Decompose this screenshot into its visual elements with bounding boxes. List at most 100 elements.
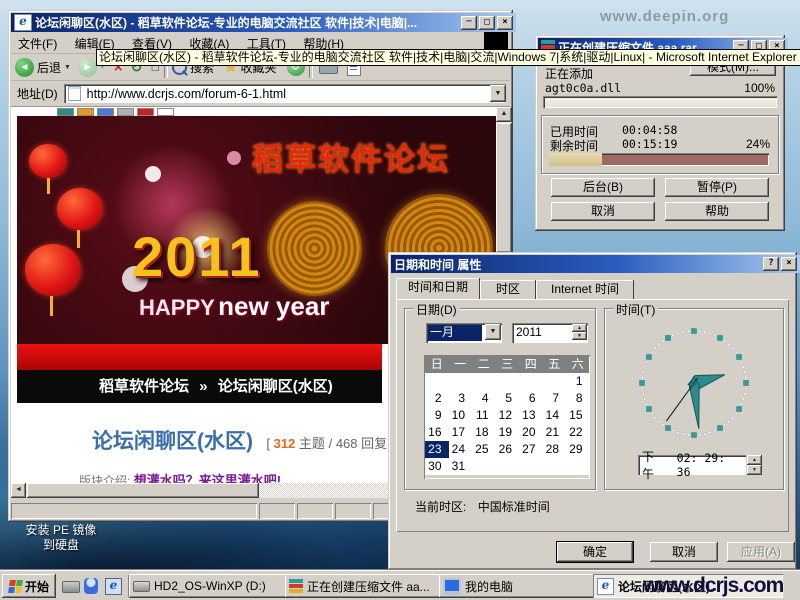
calendar-day[interactable]: 8 bbox=[566, 390, 590, 407]
help-button[interactable]: 帮助 bbox=[665, 202, 769, 221]
calendar-day[interactable]: 29 bbox=[566, 441, 590, 458]
calendar-day[interactable]: 3 bbox=[449, 390, 473, 407]
calendar-day[interactable]: 28 bbox=[543, 441, 567, 458]
task-my-computer[interactable]: 我的电脑 bbox=[439, 574, 597, 598]
lantern-tassel bbox=[77, 230, 80, 248]
weekday: 日 bbox=[425, 356, 449, 373]
close-icon[interactable]: × bbox=[781, 257, 797, 271]
close-icon[interactable]: × bbox=[497, 16, 513, 30]
calendar-day[interactable]: 16 bbox=[425, 424, 449, 441]
year-spin-buttons: ▲ ▼ bbox=[572, 324, 587, 342]
banner-greeting-word1: HAPPY bbox=[139, 295, 215, 320]
back-icon: ◄ bbox=[15, 58, 34, 77]
cancel-button[interactable]: 取消 bbox=[551, 202, 655, 221]
tab-timezone[interactable]: 时区 bbox=[480, 280, 536, 299]
address-input[interactable]: http://www.dcrjs.com/forum-6-1.html ▼ bbox=[64, 84, 506, 103]
topics-label: 主题 bbox=[299, 436, 325, 451]
ok-button[interactable]: 确定 bbox=[557, 542, 633, 562]
spin-down-icon[interactable]: ▼ bbox=[572, 332, 587, 340]
time-field[interactable]: 下午 02: 29: 36 bbox=[638, 455, 746, 475]
file-percent: 100% bbox=[744, 81, 775, 95]
date-group: 日期(D) 一月 ▼ 2011 ▲ ▼ 日 一 二 三 四 五 bbox=[404, 308, 596, 490]
calendar-day[interactable]: 15 bbox=[566, 407, 590, 424]
calendar-day[interactable]: 5 bbox=[496, 390, 520, 407]
quicklaunch-ie-icon[interactable]: e bbox=[105, 578, 122, 595]
calendar-day[interactable]: 23 bbox=[425, 441, 449, 458]
calendar-day[interactable]: 13 bbox=[519, 407, 543, 424]
breadcrumb-separator-icon: » bbox=[199, 378, 207, 395]
elapsed-value: 00:04:58 bbox=[622, 123, 677, 137]
month-dropdown-icon[interactable]: ▼ bbox=[485, 324, 501, 340]
help-icon[interactable]: ? bbox=[763, 257, 779, 271]
spin-up-icon[interactable]: ▲ bbox=[572, 324, 587, 332]
quicklaunch-user-icon[interactable] bbox=[84, 578, 98, 594]
breadcrumb-current[interactable]: 论坛闲聊区(水区) bbox=[218, 378, 333, 395]
calendar-day[interactable]: 22 bbox=[566, 424, 590, 441]
calendar-day[interactable]: 2 bbox=[425, 390, 449, 407]
task-winrar[interactable]: 正在创建压缩文件 aa... bbox=[285, 574, 443, 598]
calendar-day[interactable]: 18 bbox=[472, 424, 496, 441]
calendar-day[interactable]: 12 bbox=[496, 407, 520, 424]
calendar-day[interactable]: 14 bbox=[543, 407, 567, 424]
tab-internet-time[interactable]: Internet 时间 bbox=[536, 280, 634, 299]
ie-titlebar[interactable]: e 论坛闲聊区(水区) - 稻草软件论坛-专业的电脑交流社区 软件|技术|电脑|… bbox=[11, 13, 516, 32]
vertical-scrollbar-thumb[interactable] bbox=[496, 123, 512, 253]
tab-time-and-date[interactable]: 时间和日期 bbox=[396, 278, 480, 299]
calendar-day[interactable]: 25 bbox=[472, 441, 496, 458]
calendar-day[interactable]: 30 bbox=[425, 458, 449, 475]
back-button[interactable]: ◄ 后退 ▼ bbox=[15, 58, 71, 77]
calendar-day[interactable]: 11 bbox=[472, 407, 496, 424]
calendar-day[interactable]: 26 bbox=[496, 441, 520, 458]
calendar-day[interactable]: 10 bbox=[449, 407, 473, 424]
date-group-label: 日期(D) bbox=[413, 301, 460, 318]
background-button[interactable]: 后台(B) bbox=[551, 178, 655, 197]
calendar-day[interactable]: 4 bbox=[472, 390, 496, 407]
forward-icon: ► bbox=[78, 58, 97, 77]
datetime-titlebar[interactable]: 日期和时间 属性 ? × bbox=[391, 255, 800, 273]
timezone-row: 当前时区: 中国标准时间 bbox=[415, 498, 550, 515]
windows-logo-icon bbox=[8, 580, 23, 593]
month-select[interactable]: 一月 ▼ bbox=[426, 323, 502, 343]
ie-logo-icon: e bbox=[14, 14, 32, 31]
breadcrumb-root[interactable]: 稻草软件论坛 bbox=[99, 378, 189, 395]
year-spinner[interactable]: 2011 ▲ ▼ bbox=[512, 323, 588, 343]
cancel-button[interactable]: 取消 bbox=[650, 542, 718, 562]
datetime-title: 日期和时间 属性 bbox=[394, 256, 761, 273]
calendar-day[interactable]: 9 bbox=[425, 407, 449, 424]
calendar-day[interactable]: 19 bbox=[496, 424, 520, 441]
task-hd2[interactable]: HD2_OS-WinXP (D:) bbox=[129, 574, 289, 598]
menu-file[interactable]: 文件(F) bbox=[11, 32, 64, 55]
computer-icon bbox=[443, 578, 461, 595]
calendar-day[interactable]: 20 bbox=[519, 424, 543, 441]
weekday: 六 bbox=[566, 356, 590, 373]
address-dropdown-icon[interactable]: ▼ bbox=[490, 85, 506, 102]
start-button[interactable]: 开始 bbox=[2, 574, 56, 598]
calendar-day bbox=[566, 458, 590, 475]
pause-button[interactable]: 暂停(P) bbox=[665, 178, 769, 197]
horizontal-scrollbar-thumb[interactable] bbox=[27, 483, 259, 498]
banner-site-title: 稻草软件论坛 bbox=[252, 134, 492, 179]
calendar-day[interactable]: 6 bbox=[519, 390, 543, 407]
spin-up-icon[interactable]: ▲ bbox=[747, 455, 762, 465]
calendar-day[interactable]: 27 bbox=[519, 441, 543, 458]
calendar-day[interactable]: 31 bbox=[449, 458, 473, 475]
forum-heading[interactable]: 论坛闲聊区(水区) bbox=[92, 430, 253, 453]
back-dropdown-icon[interactable]: ▼ bbox=[64, 64, 71, 71]
scroll-left-icon[interactable]: ◄ bbox=[11, 483, 26, 498]
weekday: 一 bbox=[449, 356, 473, 373]
calendar-day bbox=[519, 458, 543, 475]
calendar-day[interactable]: 17 bbox=[449, 424, 473, 441]
datetime-dialog: 日期和时间 属性 ? × 时间和日期 时区 Internet 时间 日期(D) … bbox=[388, 252, 797, 570]
stats-bracket: [ bbox=[266, 436, 270, 451]
calendar-day[interactable]: 1 bbox=[566, 373, 590, 390]
calendar-day[interactable]: 7 bbox=[543, 390, 567, 407]
quicklaunch-drive-icon[interactable] bbox=[62, 581, 80, 593]
spin-down-icon[interactable]: ▼ bbox=[747, 465, 762, 475]
minimize-icon[interactable]: ─ bbox=[461, 16, 477, 30]
calendar-day[interactable]: 24 bbox=[449, 441, 473, 458]
calendar-day[interactable]: 21 bbox=[543, 424, 567, 441]
maximize-icon[interactable]: □ bbox=[479, 16, 495, 30]
scroll-up-icon[interactable]: ▲ bbox=[496, 107, 512, 122]
desktop-icon-label[interactable]: 安装 PE 镜像 到硬盘 bbox=[6, 523, 116, 553]
banner-greeting-word2: new year bbox=[218, 291, 329, 321]
